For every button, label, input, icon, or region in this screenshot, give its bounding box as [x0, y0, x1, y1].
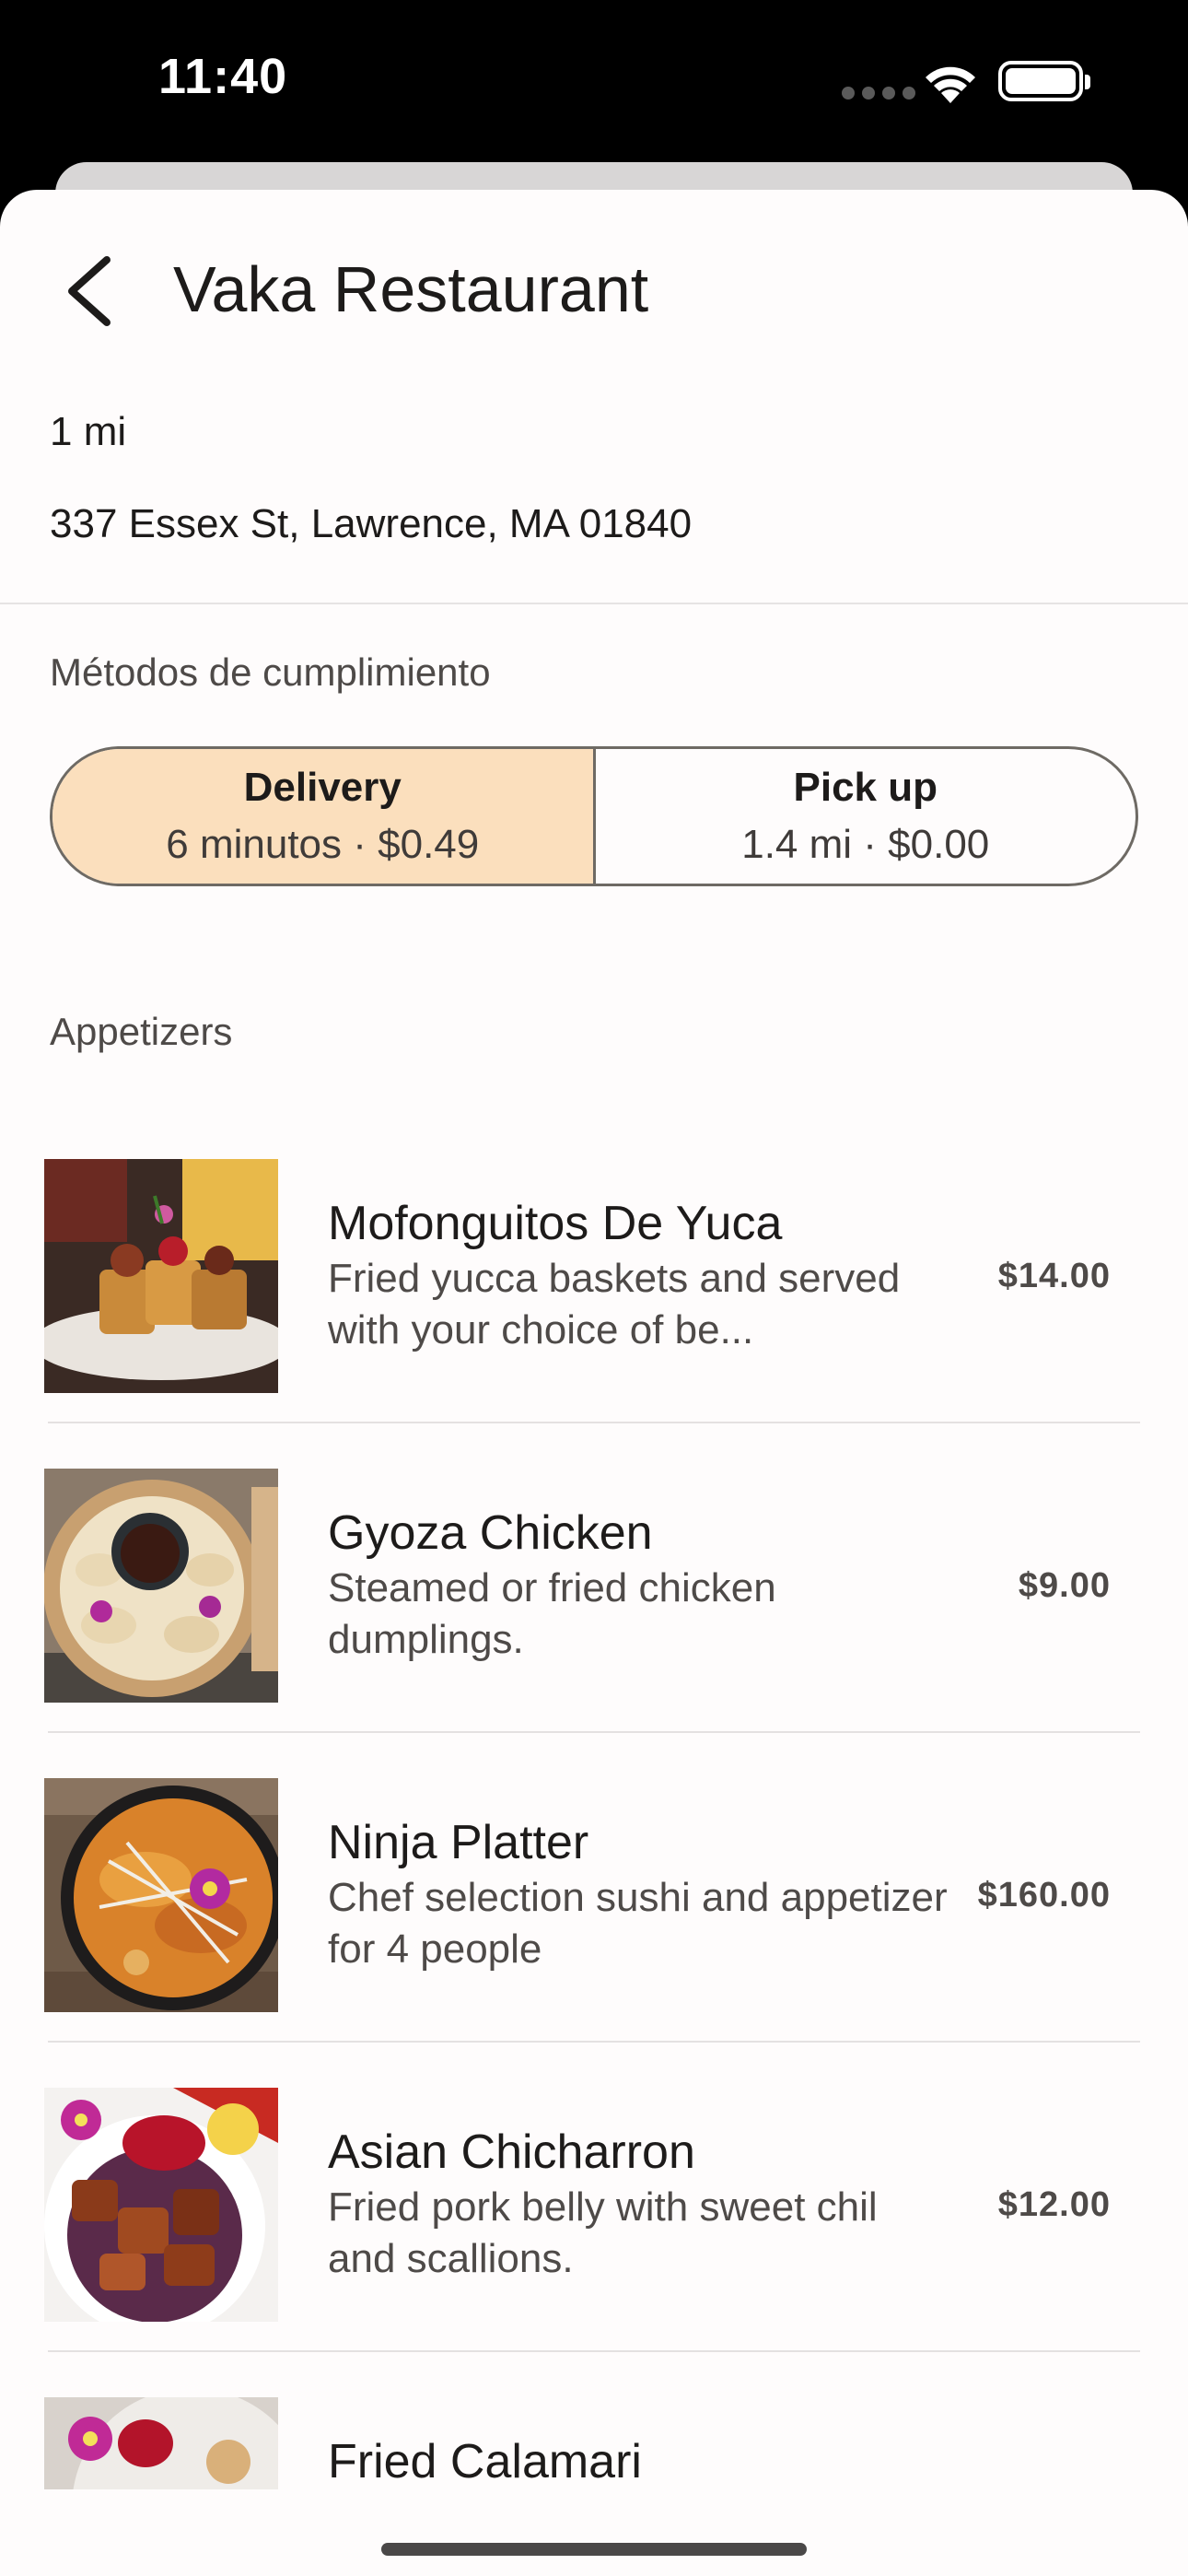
dish-name: Mofonguitos De Yuca — [328, 1197, 783, 1250]
battery-icon — [998, 61, 1090, 101]
dish-photo — [44, 1159, 278, 1393]
menu-item[interactable]: Ninja Platter Chef selection sushi and a… — [0, 1767, 1188, 2077]
cellular-signal-icon — [842, 87, 915, 100]
dish-photo — [44, 2397, 278, 2489]
menu-item[interactable]: Gyoza Chicken Steamed or fried chicken d… — [0, 1458, 1188, 1767]
divider — [48, 2041, 1140, 2043]
pickup-option-details: 1.4 mi · $0.00 — [741, 822, 990, 867]
home-indicator[interactable] — [381, 2543, 807, 2556]
dish-description: Fried yucca baskets and served with your… — [328, 1256, 901, 1352]
dish-price: $12.00 — [997, 2185, 1111, 2224]
menu-section-title: Appetizers — [50, 1010, 233, 1053]
restaurant-sheet: Vaka Restaurant 1 mi 337 Essex St, Lawre… — [0, 190, 1188, 2576]
header: Vaka Restaurant — [0, 190, 1188, 383]
back-button[interactable] — [59, 254, 123, 328]
dish-photo — [44, 1469, 278, 1703]
dish-name: Asian Chicharron — [328, 2125, 695, 2179]
menu-item[interactable]: Mofonguitos De Yuca Fried yucca baskets … — [0, 1148, 1188, 1458]
dish-name: Gyoza Chicken — [328, 1506, 653, 1560]
dish-description: Fried pork belly with sweet chil and sca… — [328, 2184, 878, 2281]
chevron-left-icon — [68, 256, 111, 326]
dish-price: $160.00 — [977, 1876, 1111, 1914]
dish-name: Ninja Platter — [328, 1816, 589, 1869]
divider — [48, 2350, 1140, 2352]
dish-name: Fried Calamari — [328, 2435, 642, 2488]
menu-list: Mofonguitos De Yuca Fried yucca baskets … — [0, 1148, 1188, 2576]
dish-photo — [44, 1778, 278, 2012]
dish-photo — [44, 2088, 278, 2322]
dish-description: Steamed or fried chicken dumplings. — [328, 1565, 776, 1662]
pickup-option[interactable]: Pick up 1.4 mi · $0.00 — [596, 749, 1136, 884]
status-bar: 11:40 — [0, 0, 1188, 166]
delivery-option-details: 6 minutos · $0.49 — [166, 822, 480, 867]
dish-description: Chef selection sushi and appetizer for 4… — [328, 1875, 948, 1972]
pickup-option-title: Pick up — [793, 765, 938, 810]
fulfillment-method-selector: Delivery 6 minutos · $0.49 Pick up 1.4 m… — [50, 746, 1138, 886]
dish-price: $14.00 — [997, 1257, 1111, 1295]
wifi-icon — [926, 66, 975, 103]
restaurant-distance: 1 mi — [50, 409, 127, 454]
dish-price: $9.00 — [1018, 1566, 1111, 1605]
delivery-option-title: Delivery — [243, 765, 402, 810]
divider — [0, 603, 1188, 604]
divider — [48, 1422, 1140, 1423]
restaurant-address: 337 Essex St, Lawrence, MA 01840 — [50, 501, 693, 546]
page-title: Vaka Restaurant — [173, 253, 649, 325]
status-time: 11:40 — [158, 49, 288, 104]
menu-item[interactable]: Asian Chicharron Fried pork belly with s… — [0, 2077, 1188, 2386]
fulfillment-methods-label: Métodos de cumplimiento — [50, 650, 491, 694]
delivery-option[interactable]: Delivery 6 minutos · $0.49 — [52, 749, 596, 884]
divider — [48, 1731, 1140, 1733]
